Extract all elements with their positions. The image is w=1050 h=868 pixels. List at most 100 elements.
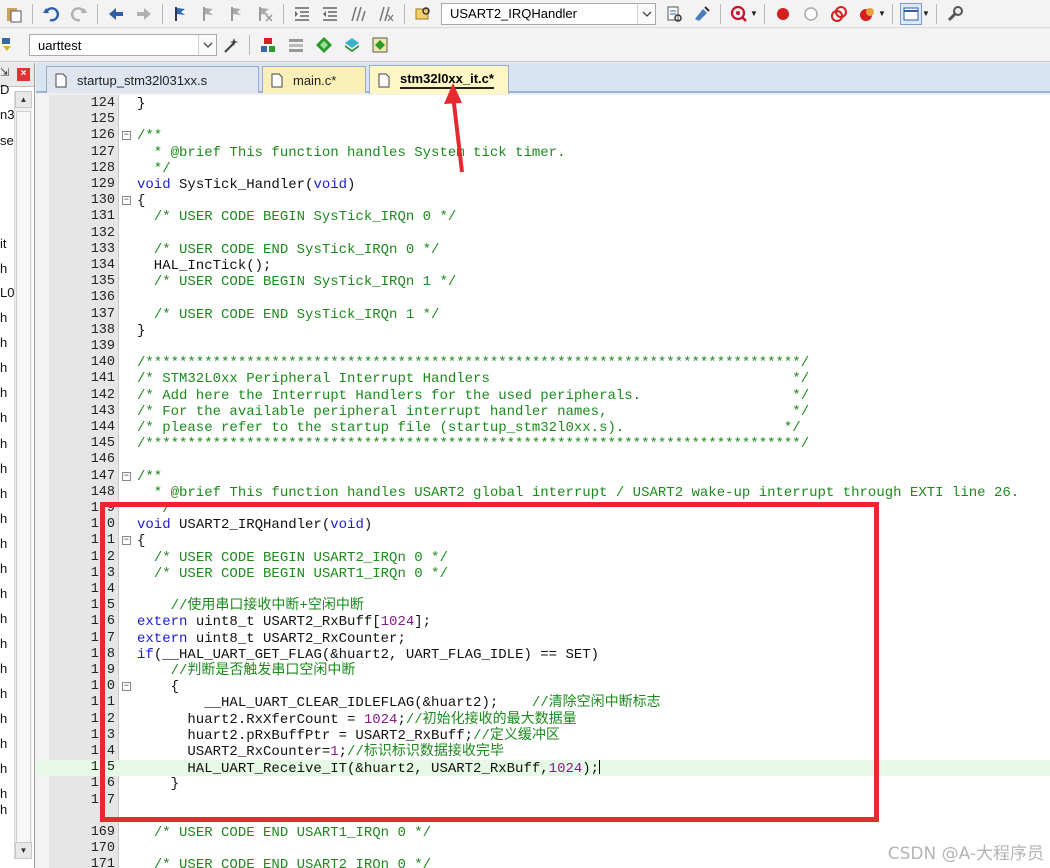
unindent-icon[interactable] xyxy=(319,3,341,25)
code-line[interactable]: 137 /* USER CODE END SysTick_IRQn 1 */ xyxy=(36,307,1050,323)
window-layout-icon[interactable] xyxy=(900,2,922,25)
code-line[interactable]: 1 5 //使用串口接收中断+空闲中断 xyxy=(36,598,1050,614)
target-combo[interactable]: uarttest xyxy=(29,34,217,56)
code-line[interactable]: 142 /* Add here the Interrupt Handlers fo… xyxy=(36,388,1050,404)
bookmark-prev-icon[interactable] xyxy=(198,3,220,25)
incremental-find-icon[interactable] xyxy=(691,3,713,25)
code-line[interactable]: 139 xyxy=(36,339,1050,355)
code-line[interactable]: 1 3 /* USER CODE BEGIN USART1_IRQn 0 */ xyxy=(36,566,1050,582)
project-tree-item[interactable]: h xyxy=(0,436,14,451)
undo-icon[interactable] xyxy=(40,3,62,25)
code-line[interactable]: 1 9 */ xyxy=(36,501,1050,517)
project-tree-item[interactable]: n3 xyxy=(0,107,14,122)
fold-toggle-icon[interactable]: − xyxy=(122,536,131,546)
code-line[interactable]: 132 xyxy=(36,226,1050,242)
chevron-down-icon[interactable] xyxy=(637,3,655,24)
scroll-down-icon[interactable]: ▼ xyxy=(15,842,32,859)
code-line[interactable]: 144 /* please refer to the startup file (… xyxy=(36,420,1050,436)
project-tree-item[interactable]: h xyxy=(0,561,14,576)
redo-icon[interactable] xyxy=(68,3,90,25)
project-tree-item[interactable]: h xyxy=(0,360,14,375)
code-line[interactable]: 148 * @brief This function handles USART… xyxy=(36,485,1050,501)
code-line[interactable]: 1 6 extern uint8_t USART2_RxBuff[1024]; xyxy=(36,614,1050,630)
manage-project-items-icon[interactable] xyxy=(285,34,307,56)
project-tree-item[interactable]: h xyxy=(0,536,14,551)
scrollbar-thumb[interactable] xyxy=(16,111,31,851)
project-tree-item[interactable]: h xyxy=(0,661,14,676)
project-tree-item[interactable]: h xyxy=(0,636,14,651)
code-line[interactable]: 1 2 huart2.RxXferCount = 1024;//初始化接收的最大… xyxy=(36,712,1050,728)
target-options-magic-wand-icon[interactable] xyxy=(220,34,242,56)
run-time-environment-icon[interactable] xyxy=(369,34,391,56)
breakpoint-kill-all-icon[interactable] xyxy=(856,3,878,25)
chevron-down-icon[interactable] xyxy=(198,35,216,55)
project-tree-item[interactable]: h xyxy=(0,486,14,501)
file-extensions-icon[interactable] xyxy=(257,34,279,56)
project-tree-item[interactable]: h xyxy=(0,786,14,801)
code-line[interactable]: 1 6 } xyxy=(36,776,1050,792)
code-line[interactable]: 134 HAL_IncTick(); xyxy=(36,258,1050,274)
project-panel-scrollbar[interactable]: ▲ ▼ xyxy=(14,91,32,859)
code-line[interactable]: 1 4 xyxy=(36,582,1050,598)
code-line[interactable]: 1 4 USART2_RxCounter=1;//标识标识数据接收完毕 xyxy=(36,744,1050,760)
download-icon[interactable] xyxy=(0,34,14,56)
comment-icon[interactable] xyxy=(347,3,369,25)
code-line[interactable]: 1 8 if(__HAL_UART_GET_FLAG(&huart2, UART_… xyxy=(36,647,1050,663)
breakpoint-enable-icon[interactable] xyxy=(800,3,822,25)
code-line[interactable]: 141 /* STM32L0xx Peripheral Interrupt Han… xyxy=(36,371,1050,387)
project-tree-item[interactable]: h xyxy=(0,461,14,476)
project-tree-item[interactable]: se xyxy=(0,133,14,148)
code-line[interactable] xyxy=(36,809,1050,825)
tab-main-c[interactable]: main.c* xyxy=(262,66,366,93)
project-tree-item[interactable]: h xyxy=(0,802,14,817)
tab-startup-file[interactable]: startup_stm32l031xx.s xyxy=(46,66,259,93)
fold-toggle-icon[interactable]: − xyxy=(122,682,131,692)
code-line[interactable]: 1 7 xyxy=(36,793,1050,809)
code-line[interactable]: 1 1 __HAL_UART_CLEAR_IDLEFLAG(&huart2); … xyxy=(36,695,1050,711)
configuration-wrench-icon[interactable] xyxy=(944,3,966,25)
debug-session-icon[interactable] xyxy=(728,3,750,25)
fold-toggle-icon[interactable]: − xyxy=(122,196,131,206)
code-line[interactable]: 138} xyxy=(36,323,1050,339)
code-line[interactable]: 146 xyxy=(36,452,1050,468)
scroll-up-icon[interactable]: ▲ xyxy=(15,91,32,108)
code-line[interactable]: 147−/** xyxy=(36,469,1050,485)
code-line[interactable]: 129 void SysTick_Handler(void) xyxy=(36,177,1050,193)
project-tree-item[interactable]: h xyxy=(0,736,14,751)
code-line[interactable]: 135 /* USER CODE BEGIN SysTick_IRQn 1 */ xyxy=(36,274,1050,290)
code-line[interactable]: 130−{ xyxy=(36,193,1050,209)
code-line[interactable]: 145 /************************************… xyxy=(36,436,1050,452)
paste-icon[interactable] xyxy=(3,3,25,25)
project-tree-item[interactable]: h xyxy=(0,385,14,400)
debug-dropdown-arrow[interactable]: ▼ xyxy=(750,3,758,25)
pack-installer-icon[interactable] xyxy=(341,34,363,56)
code-editor[interactable]: 124} 125 126−/** 127 * @brief This function… xyxy=(36,95,1050,868)
fold-toggle-icon[interactable]: − xyxy=(122,131,131,141)
find-icon[interactable] xyxy=(663,3,685,25)
breakpoint-disable-all-icon[interactable] xyxy=(828,3,850,25)
code-line[interactable]: 125 xyxy=(36,112,1050,128)
project-tree-item[interactable]: D xyxy=(0,82,14,97)
code-line[interactable]: 1 9 //判断是否触发串口空闲中断 xyxy=(36,663,1050,679)
find-in-files-icon[interactable] xyxy=(412,3,434,25)
project-tree-item[interactable]: h xyxy=(0,761,14,776)
code-line[interactable]: 143 /* For the available peripheral inter… xyxy=(36,404,1050,420)
tab-stm32l0xx-it-c[interactable]: stm32l0xx_it.c* xyxy=(369,65,509,94)
close-icon[interactable]: × xyxy=(17,68,30,81)
code-line[interactable]: 1 7 extern uint8_t USART2_RxCounter; xyxy=(36,631,1050,647)
navigate-back-icon[interactable] xyxy=(105,3,127,25)
code-line[interactable]: 1 0− { xyxy=(36,679,1050,695)
code-line[interactable]: 131 /* USER CODE BEGIN SysTick_IRQn 0 */ xyxy=(36,209,1050,225)
pin-icon[interactable]: ⇲ xyxy=(0,66,9,79)
project-tree-item[interactable]: h xyxy=(0,711,14,726)
project-tree-item[interactable]: h xyxy=(0,586,14,601)
window-dropdown-arrow[interactable]: ▼ xyxy=(922,3,930,25)
navigate-forward-icon[interactable] xyxy=(133,3,155,25)
bookmark-next-icon[interactable] xyxy=(226,3,248,25)
code-line[interactable]: 1 2 /* USER CODE BEGIN USART2_IRQn 0 */ xyxy=(36,550,1050,566)
project-tree-item[interactable]: it xyxy=(0,236,14,251)
current-code-line[interactable]: 1 5 HAL_UART_Receive_IT(&huart2, USART2_… xyxy=(36,760,1050,777)
code-line[interactable]: 136 xyxy=(36,290,1050,306)
project-tree-item[interactable]: h xyxy=(0,611,14,626)
code-line[interactable]: 1 1−{ xyxy=(36,533,1050,549)
